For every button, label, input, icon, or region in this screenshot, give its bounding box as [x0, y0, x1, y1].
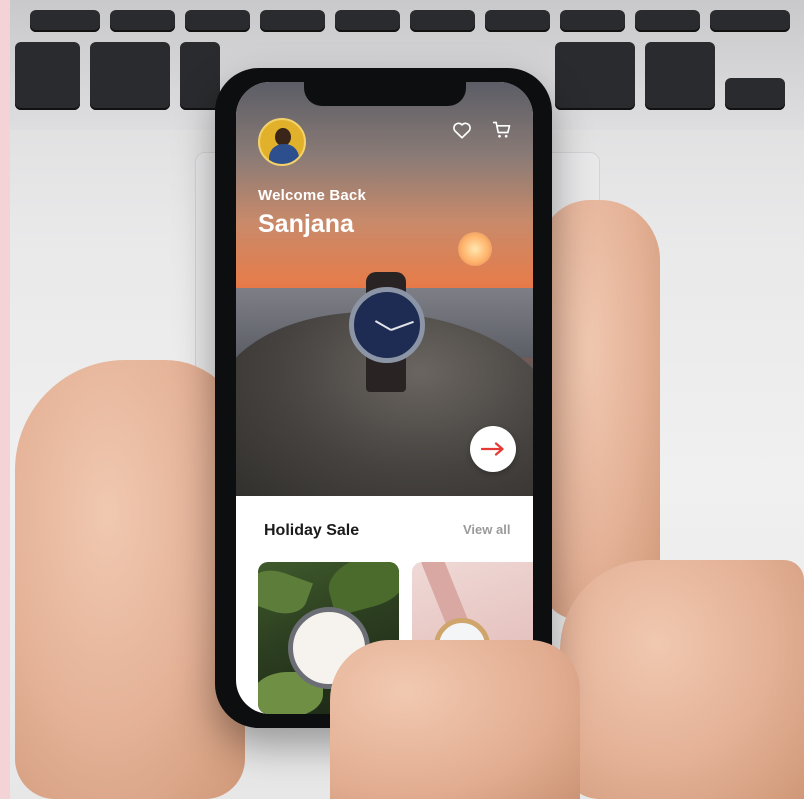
- avatar-body: [269, 144, 299, 164]
- keyboard-key: [560, 10, 625, 32]
- edge-strip: [0, 0, 10, 799]
- keyboard-key: [15, 42, 80, 110]
- leaf: [258, 562, 314, 622]
- keyboard-key: [555, 42, 635, 110]
- right-hand-palm: [560, 560, 804, 799]
- sunset-sun: [458, 232, 492, 266]
- watch-hand: [390, 320, 414, 331]
- next-button[interactable]: [470, 426, 516, 472]
- thumb: [330, 640, 580, 799]
- phone-notch: [304, 82, 466, 106]
- heart-icon[interactable]: [450, 118, 474, 142]
- keyboard-key: [710, 10, 790, 32]
- arrow-right-icon: [481, 442, 504, 456]
- keyboard-key: [635, 10, 700, 32]
- keyboard-key: [185, 10, 250, 32]
- watch-hand: [374, 320, 392, 331]
- app-screen: Welcome Back Sanjana Holiday Sale View a…: [236, 82, 533, 714]
- keyboard-key: [180, 42, 220, 110]
- welcome-text: Welcome Back: [258, 187, 367, 204]
- keyboard-key: [725, 78, 785, 110]
- keyboard-key: [260, 10, 325, 32]
- keyboard-key: [30, 10, 100, 32]
- avatar[interactable]: [258, 118, 306, 166]
- keyboard-key: [335, 10, 400, 32]
- keyboard-key: [410, 10, 475, 32]
- hero-banner[interactable]: Welcome Back Sanjana: [236, 82, 533, 496]
- keyboard-key: [645, 42, 715, 110]
- section-title: Holiday Sale: [264, 522, 360, 539]
- keyboard-key: [90, 42, 170, 110]
- keyboard-key: [110, 10, 175, 32]
- hero-watch: [349, 287, 425, 363]
- cart-icon[interactable]: [490, 118, 514, 142]
- left-hand: [15, 360, 245, 799]
- keyboard-key: [485, 10, 550, 32]
- user-name: Sanjana: [258, 210, 354, 238]
- right-hand-fingers: [540, 200, 660, 620]
- view-all-link[interactable]: View all: [463, 522, 510, 537]
